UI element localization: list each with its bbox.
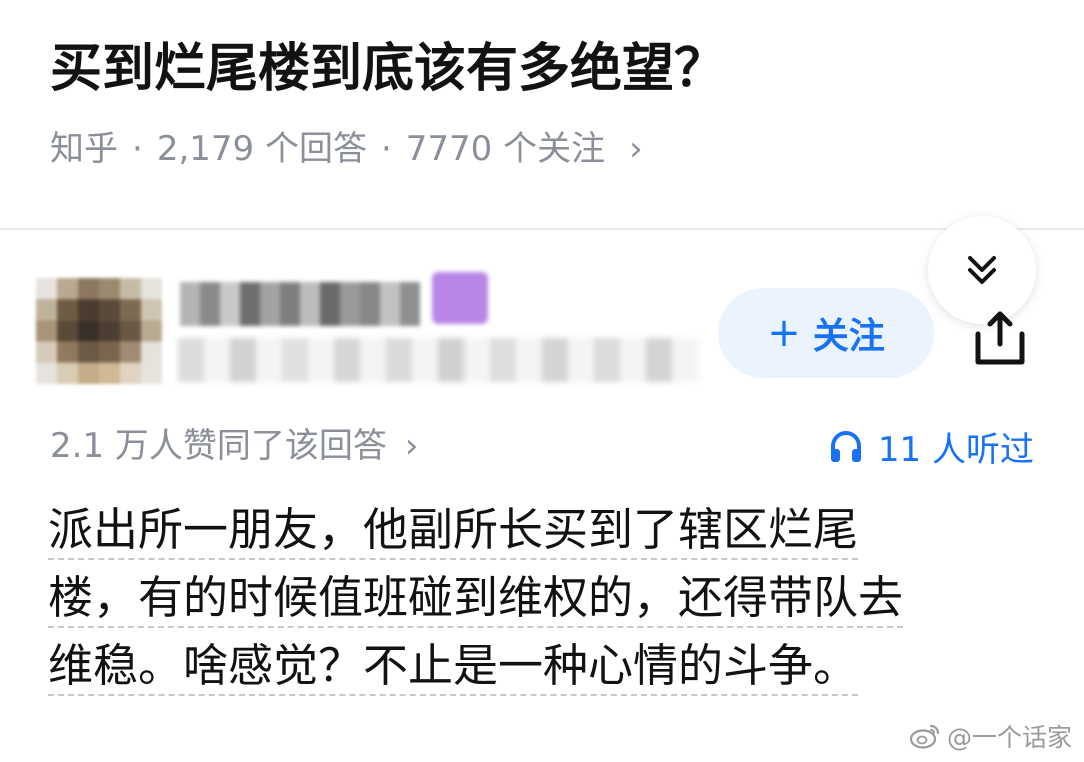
watermark-text: @一个话家 [946,723,1072,752]
answer-line: 楼，有的时候值班碰到维权的，还得带队去 [48,564,1038,632]
plus-icon: + [767,310,801,356]
question-title[interactable]: 买到烂尾楼到底该有多绝望？ [50,34,726,104]
weibo-icon [909,724,940,749]
author-name[interactable] [180,282,420,326]
question-meta[interactable]: 知乎 · 2,179 个回答 · 7770 个关注 › [50,124,643,174]
answer-count: 2,179 个回答 [156,129,367,169]
chevron-right-icon: › [629,129,643,169]
answer-line: 派出所一朋友，他副所长买到了辖区烂尾 [48,496,1038,564]
listen-button[interactable]: 11 人听过 [828,422,1034,470]
chevron-right-icon: › [404,426,419,466]
share-icon [975,311,1025,365]
follow-button[interactable]: + 关注 [718,288,934,378]
author-badge-icon [432,272,488,324]
watermark: @一个话家 [909,718,1072,754]
section-divider [0,228,1084,230]
headphones-icon [830,431,861,462]
voteup-summary[interactable]: 2.1 万人赞同了该回答 › [50,422,419,470]
listen-count: 11 人听过 [877,429,1034,470]
answer-content[interactable]: 派出所一朋友，他副所长买到了辖区烂尾 楼，有的时候值班碰到维权的，还得带队去 维… [48,496,1038,700]
voteup-text: 2.1 万人赞同了该回答 [50,426,387,466]
source-label: 知乎 [50,129,118,169]
author-headline [178,338,698,382]
chevron-double-down-icon [968,256,996,284]
share-button[interactable] [968,306,1032,370]
follow-label: 关注 [812,316,885,357]
meta-separator: · [380,129,392,169]
follower-count: 7770 个关注 [405,129,606,169]
meta-separator: · [132,129,143,169]
answer-line: 维稳。啥感觉？不止是一种心情的斗争。 [48,632,1038,700]
avatar[interactable] [36,278,162,384]
